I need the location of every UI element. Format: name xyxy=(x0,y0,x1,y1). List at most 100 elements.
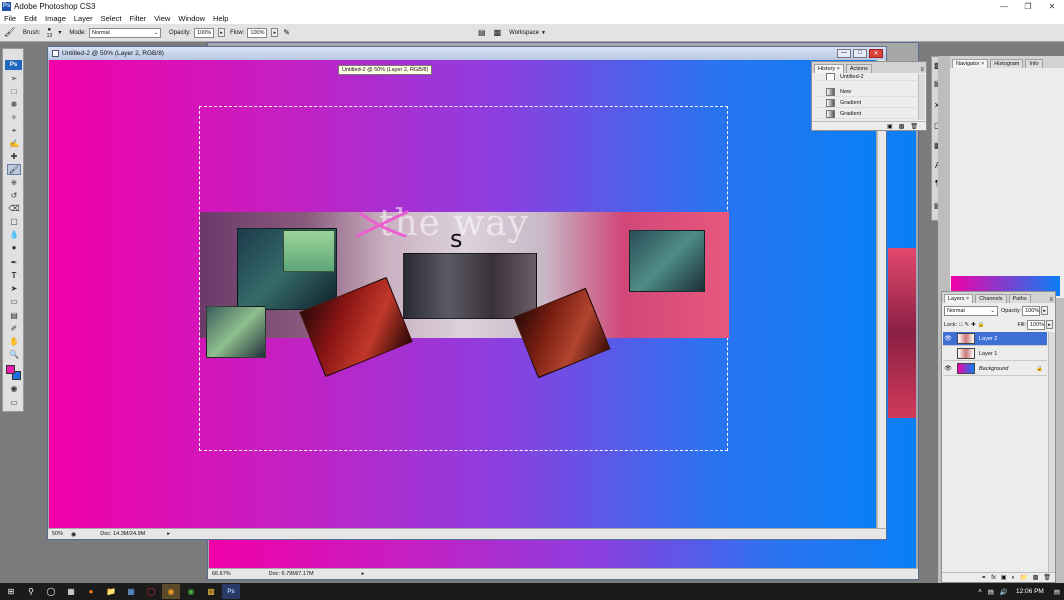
tab-paths[interactable]: Paths xyxy=(1008,294,1031,303)
workspace-menu[interactable]: Workspace ▼ xyxy=(509,30,546,36)
chrome-icon[interactable]: ◉ xyxy=(182,584,200,599)
cortana-icon[interactable]: ◯ xyxy=(42,584,60,599)
main-doc-size[interactable]: Doc: 14.3M/24.9M xyxy=(96,531,149,537)
opacity-slider-arrow-icon[interactable]: ▸ xyxy=(1041,306,1049,315)
search-icon[interactable]: ⚲ xyxy=(22,584,40,599)
new-snapshot-icon[interactable]: ▩ xyxy=(899,123,905,130)
screen-mode-icon[interactable]: ▭ xyxy=(7,397,21,408)
zoom-tool-icon[interactable]: 🔍 xyxy=(7,349,21,360)
foreground-color-swatch[interactable] xyxy=(6,365,15,374)
new-document-from-state-icon[interactable]: ▣ xyxy=(887,123,893,130)
firefox-icon[interactable]: ● xyxy=(82,584,100,599)
tab-layers[interactable]: Layers × xyxy=(944,294,974,303)
opacity-slider-arrow-icon[interactable]: ▸ xyxy=(218,28,226,37)
history-snapshot[interactable]: Untitled-2 xyxy=(814,73,916,81)
panel-menu-icon[interactable]: ≡ xyxy=(920,67,924,73)
palette-well-icon[interactable]: ▤ xyxy=(478,28,486,37)
layers-opacity-input[interactable]: 100% xyxy=(1022,305,1041,316)
menu-view[interactable]: View xyxy=(150,14,174,23)
network-icon[interactable]: ▤ xyxy=(988,588,994,596)
layer-style-icon[interactable]: fx xyxy=(991,575,996,581)
history-scrollbar[interactable] xyxy=(918,74,925,120)
menu-layer[interactable]: Layer xyxy=(70,14,97,23)
eraser-tool-icon[interactable]: ⌫ xyxy=(7,203,21,214)
document-title-bar[interactable]: Untitled-2 @ 50% (Layer 2, RGB/8) — □ ✕ xyxy=(48,47,886,60)
back-zoom-level[interactable]: 66.67% xyxy=(208,571,235,577)
blend-mode-select[interactable]: Normal ⌄ xyxy=(944,305,998,316)
file-explorer-icon[interactable]: 📁 xyxy=(102,584,120,599)
opera-icon[interactable]: ◯ xyxy=(142,584,160,599)
lock-all-icon[interactable]: 🔒 xyxy=(978,322,985,328)
windows-start-icon[interactable]: ⊞ xyxy=(2,584,20,599)
tab-history[interactable]: History × xyxy=(814,64,844,73)
layer-row-layer-2[interactable]: 👁 Layer 2 xyxy=(943,332,1047,346)
doc-minimize-icon[interactable]: — xyxy=(837,49,851,58)
flow-slider-arrow-icon[interactable]: ▸ xyxy=(271,28,279,37)
fill-input[interactable]: 100% xyxy=(1027,319,1045,330)
brush-tool-preset-icon[interactable]: 🖌 xyxy=(4,27,20,38)
opacity-input[interactable]: 100% xyxy=(194,27,215,38)
brush-picker[interactable]: ● 13 xyxy=(43,27,55,39)
main-document-canvas[interactable]: the way s xyxy=(49,60,876,529)
lock-position-icon[interactable]: ✚ xyxy=(971,322,976,328)
tab-info[interactable]: Info xyxy=(1025,59,1043,68)
notes-tool-icon[interactable]: ▤ xyxy=(7,310,21,321)
pen-tool-icon[interactable]: ✒ xyxy=(7,257,21,268)
layer-mask-icon[interactable]: ▣ xyxy=(1001,574,1007,581)
layers-scrollbar[interactable] xyxy=(1048,332,1055,572)
layer-row-layer-1[interactable]: Layer 1 xyxy=(943,347,1047,361)
ps-logo[interactable]: Ps xyxy=(5,60,22,70)
history-item-gradient-2[interactable]: Gradient xyxy=(814,109,916,119)
doc-close-icon[interactable]: ✕ xyxy=(869,49,883,58)
document-window-main[interactable]: Untitled-2 @ 50% (Layer 2, RGB/8) — □ ✕ … xyxy=(47,46,887,540)
panel-menu-icon[interactable]: ≡ xyxy=(1049,297,1053,303)
volume-icon[interactable]: 🔊 xyxy=(1000,588,1008,596)
tab-navigator[interactable]: Navigator × xyxy=(952,59,989,68)
status-arrow-icon[interactable]: ▸ xyxy=(358,571,369,577)
fill-slider-arrow-icon[interactable]: ▸ xyxy=(1046,320,1053,329)
clock[interactable]: 12:06 PM xyxy=(1016,588,1044,595)
slice-tool-icon[interactable]: ✍ xyxy=(7,138,21,149)
back-doc-size[interactable]: Doc: 6.79M/7.17M xyxy=(265,571,318,577)
lock-transparent-icon[interactable]: □ xyxy=(959,322,962,328)
marquee-tool-icon[interactable]: □ xyxy=(7,86,21,97)
gradient-tool-icon[interactable]: ▢ xyxy=(7,216,21,227)
adjustment-layer-icon[interactable]: ◐ xyxy=(1012,575,1016,581)
menu-window[interactable]: Window xyxy=(174,14,209,23)
store-icon[interactable]: ▦ xyxy=(122,584,140,599)
menu-edit[interactable]: Edit xyxy=(20,14,41,23)
blur-tool-icon[interactable]: 💧 xyxy=(7,229,21,240)
airbrush-icon[interactable]: ✎ xyxy=(283,28,290,37)
lock-image-icon[interactable]: ✎ xyxy=(964,322,969,328)
clone-stamp-tool-icon[interactable]: ⎈ xyxy=(7,177,21,188)
folder-icon[interactable]: ▩ xyxy=(202,584,220,599)
close-button[interactable]: ✕ xyxy=(1040,0,1064,12)
photoshop-taskbar-icon[interactable]: Ps xyxy=(222,584,240,599)
menu-select[interactable]: Select xyxy=(97,14,126,23)
menu-image[interactable]: Image xyxy=(41,14,70,23)
app-orange-icon[interactable]: ◉ xyxy=(162,584,180,599)
tab-channels[interactable]: Channels xyxy=(975,294,1007,303)
hand-tool-icon[interactable]: ✋ xyxy=(7,336,21,347)
history-brush-tool-icon[interactable]: ↺ xyxy=(7,190,21,201)
shape-tool-icon[interactable]: ▭ xyxy=(7,296,21,307)
menu-file[interactable]: File xyxy=(0,14,20,23)
quick-mask-icon[interactable]: ◉ xyxy=(7,383,21,394)
restore-button[interactable]: ❐ xyxy=(1016,0,1040,12)
menu-help[interactable]: Help xyxy=(209,14,232,23)
notifications-icon[interactable]: ▤ xyxy=(1054,588,1060,596)
bridge-icon[interactable]: ▩ xyxy=(494,28,502,37)
brush-dropdown-icon[interactable]: ▾ xyxy=(58,29,61,36)
lasso-tool-icon[interactable]: ❋ xyxy=(7,99,21,110)
mode-select[interactable]: Normal ⌄ xyxy=(89,27,162,38)
status-arrow-icon[interactable]: ▸ xyxy=(163,531,174,537)
flow-input[interactable]: 100% xyxy=(247,27,268,38)
visibility-eye-icon[interactable]: 👁 xyxy=(943,335,953,342)
tray-chevron-icon[interactable]: ˄ xyxy=(978,588,982,595)
main-zoom-level[interactable]: 50% xyxy=(48,531,67,537)
new-group-icon[interactable]: 📁 xyxy=(1020,574,1027,581)
path-selection-tool-icon[interactable]: ➤ xyxy=(7,283,21,294)
menu-filter[interactable]: Filter xyxy=(126,14,151,23)
tab-actions[interactable]: Actions xyxy=(845,64,872,73)
visibility-eye-icon[interactable]: 👁 xyxy=(943,365,953,372)
